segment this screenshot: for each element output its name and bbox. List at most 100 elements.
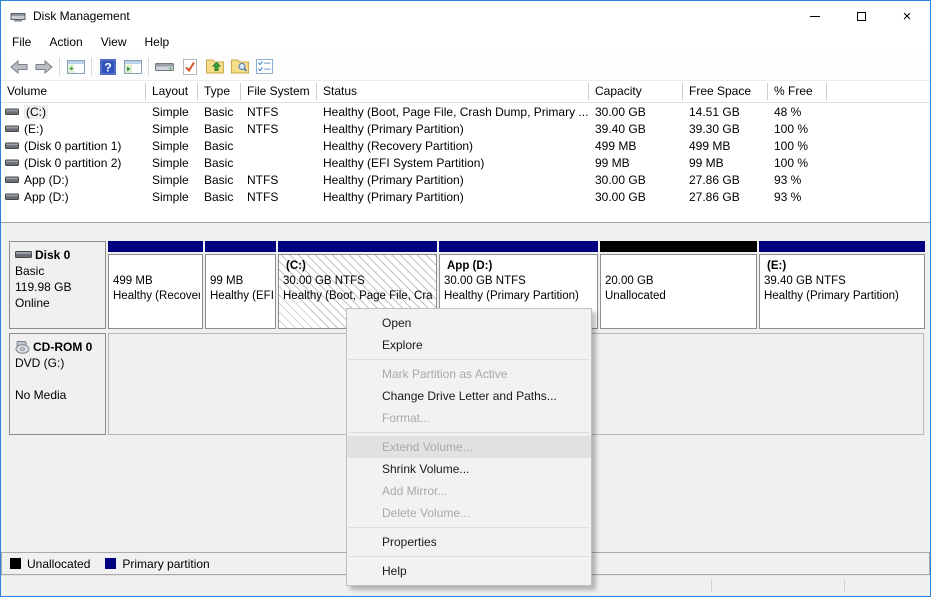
partition-color-band — [205, 241, 276, 252]
context-explore[interactable]: Explore — [347, 334, 591, 356]
volume-row-c[interactable]: (C:)SimpleBasicNTFSHealthy (Boot, Page F… — [1, 103, 930, 120]
show-console-tree-button[interactable] — [63, 55, 88, 78]
partition-color-band — [600, 241, 757, 252]
context-extend-volume[interactable]: Extend Volume... — [347, 436, 591, 458]
help-button[interactable]: ? — [95, 55, 120, 78]
cd-rom-icon — [15, 341, 30, 354]
context-shrink-volume[interactable]: Shrink Volume... — [347, 458, 591, 480]
show-action-pane-button[interactable] — [120, 55, 145, 78]
partition-e[interactable]: (E:)39.40 GB NTFSHealthy (Primary Partit… — [759, 241, 925, 329]
volume-list-rows: (C:)SimpleBasicNTFSHealthy (Boot, Page F… — [1, 103, 930, 205]
cdrom-0-info[interactable]: CD-ROM 0 DVD (G:) No Media — [9, 333, 106, 435]
percent-free-cell: 100 % — [768, 122, 827, 136]
pane-splitter[interactable] — [1, 223, 930, 237]
back-icon — [10, 60, 28, 74]
minimize-button[interactable] — [792, 1, 838, 31]
volume-row-app-d[interactable]: App (D:)SimpleBasicNTFSHealthy (Primary … — [1, 188, 930, 205]
partition-label — [113, 259, 200, 274]
layout-cell: Simple — [146, 156, 198, 170]
back-button[interactable] — [6, 55, 31, 78]
partition-size: 20.00 GB — [605, 274, 754, 289]
partition-unallocated[interactable]: 20.00 GBUnallocated — [600, 241, 757, 329]
show-console-tree-icon — [67, 60, 85, 74]
maximize-button[interactable] — [838, 1, 884, 31]
partition-body: 99 MBHealthy (EFI System Partition) — [205, 254, 276, 329]
column-header-free[interactable]: % Free — [768, 83, 827, 100]
check-doc-icon — [183, 59, 197, 75]
partition-label: (C:) — [283, 259, 434, 274]
partition-size: 499 MB — [113, 274, 200, 289]
type-cell: Basic — [198, 173, 241, 187]
check-disk-button[interactable] — [177, 55, 202, 78]
type-cell: Basic — [198, 156, 241, 170]
partition-label — [605, 259, 754, 274]
layout-cell: Simple — [146, 173, 198, 187]
volume-cell: (E:) — [1, 122, 146, 136]
free-space-cell: 39.30 GB — [683, 122, 768, 136]
cdrom-0-media: DVD (G:) — [15, 355, 102, 371]
free-space-cell: 27.86 GB — [683, 190, 768, 204]
column-header-file-system[interactable]: File System — [241, 83, 317, 100]
show-action-pane-icon — [124, 60, 142, 74]
layout-cell: Simple — [146, 105, 198, 119]
volume-icon — [5, 142, 19, 150]
context-format[interactable]: Format... — [347, 407, 591, 429]
volume-row-disk-0-partition-2[interactable]: (Disk 0 partition 2)SimpleBasicHealthy (… — [1, 154, 930, 171]
volume-drive-icon — [5, 176, 19, 184]
context-help[interactable]: Help — [347, 560, 591, 582]
disk-management-window: Disk Management × FileActionViewHelp ? — [0, 0, 931, 597]
partition-healthy-recovery-partition[interactable]: 499 MBHealthy (Recovery Partition) — [108, 241, 203, 329]
menu-action[interactable]: Action — [40, 32, 91, 52]
partition-status: Healthy (Primary Partition) — [764, 289, 922, 304]
volume-icon — [5, 125, 19, 133]
context-change-drive-letter-and-paths[interactable]: Change Drive Letter and Paths... — [347, 385, 591, 407]
context-properties[interactable]: Properties — [347, 531, 591, 553]
column-header-capacity[interactable]: Capacity — [589, 83, 683, 100]
volume-row-app-d[interactable]: App (D:)SimpleBasicNTFSHealthy (Primary … — [1, 171, 930, 188]
disk-0-info[interactable]: Disk 0 Basic 119.98 GB Online — [9, 241, 106, 329]
context-delete-volume[interactable]: Delete Volume... — [347, 502, 591, 524]
window-controls: × — [792, 1, 930, 31]
volume-icon — [5, 108, 19, 116]
properties-list-button[interactable] — [252, 55, 277, 78]
folder-search-button[interactable] — [227, 55, 252, 78]
status-bar-separator — [711, 580, 712, 592]
layout-cell: Simple — [146, 139, 198, 153]
toolbar: ? — [1, 53, 930, 81]
app-icon — [10, 10, 26, 23]
context-add-mirror[interactable]: Add Mirror... — [347, 480, 591, 502]
window-title: Disk Management — [33, 9, 130, 23]
context-open[interactable]: Open — [347, 312, 591, 334]
menu-separator — [348, 527, 590, 528]
close-icon: × — [903, 9, 912, 24]
partition-healthy-efi-system-partition[interactable]: 99 MBHealthy (EFI System Partition) — [205, 241, 276, 329]
column-header-status[interactable]: Status — [317, 83, 589, 100]
column-header-free-space[interactable]: Free Space — [683, 83, 768, 100]
layout-cell: Simple — [146, 122, 198, 136]
volume-row-disk-0-partition-1[interactable]: (Disk 0 partition 1)SimpleBasicHealthy (… — [1, 137, 930, 154]
legend-swatch — [10, 558, 21, 569]
svg-text:?: ? — [104, 60, 111, 74]
menu-view[interactable]: View — [92, 32, 136, 52]
column-header-type[interactable]: Type — [198, 83, 241, 100]
minimize-icon — [810, 16, 820, 17]
close-button[interactable]: × — [884, 1, 930, 31]
volume-name: (Disk 0 partition 1) — [24, 139, 121, 153]
volume-row-e[interactable]: (E:)SimpleBasicNTFSHealthy (Primary Part… — [1, 120, 930, 137]
volume-name: App (D:) — [24, 173, 69, 187]
menu-file[interactable]: File — [3, 32, 40, 52]
free-space-cell: 14.51 GB — [683, 105, 768, 119]
folder-up-button[interactable] — [202, 55, 227, 78]
menu-help[interactable]: Help — [136, 32, 179, 52]
forward-button[interactable] — [31, 55, 56, 78]
partition-label: (E:) — [764, 259, 922, 274]
column-header-volume[interactable]: Volume — [1, 83, 146, 100]
partition-color-band — [759, 241, 925, 252]
volume-cell: (Disk 0 partition 2) — [1, 156, 146, 170]
column-header-layout[interactable]: Layout — [146, 83, 198, 100]
disk-tool-button[interactable] — [152, 55, 177, 78]
context-mark-partition-as-active[interactable]: Mark Partition as Active — [347, 363, 591, 385]
percent-free-cell: 100 % — [768, 156, 827, 170]
disk-0-kind: Basic — [15, 263, 102, 279]
cdrom-0-name: CD-ROM 0 — [33, 339, 92, 355]
